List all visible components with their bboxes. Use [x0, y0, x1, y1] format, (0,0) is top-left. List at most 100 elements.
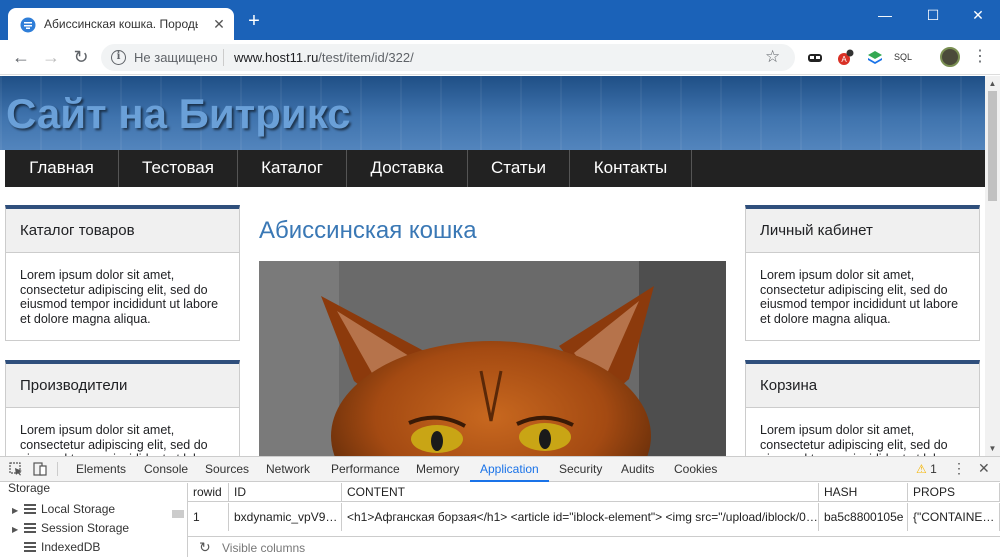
nav-item-contacts[interactable]: Контакты	[570, 150, 692, 187]
tab-application[interactable]: Application	[470, 457, 549, 482]
inspect-element-icon[interactable]	[9, 462, 23, 476]
device-toolbar-icon[interactable]	[33, 461, 47, 477]
extension-sql-icon[interactable]: SQL	[894, 52, 918, 70]
site-header: Сайт на Битрикс	[0, 76, 985, 150]
column-header-id[interactable]: ID	[229, 483, 342, 502]
database-icon	[24, 542, 36, 552]
article-title: Абиссинская кошка	[259, 217, 477, 244]
column-header-content[interactable]: CONTENT	[342, 483, 819, 502]
scroll-down-arrow-icon[interactable]: ▼	[985, 441, 1000, 456]
profile-avatar[interactable]	[940, 47, 960, 67]
table-cell-props[interactable]: {"CONTAINER_...	[908, 503, 1000, 531]
browser-toolbar: ← → ↻ i Не защищено www.host11.ru/test/i…	[0, 40, 1000, 75]
sidebar-item-local-storage[interactable]: ▶ Local Storage	[12, 502, 115, 516]
page-scrollbar[interactable]: ▲ ▼	[985, 76, 1000, 456]
catalog-block-heading: Каталог товаров	[6, 209, 239, 253]
site-title[interactable]: Сайт на Битрикс	[6, 90, 351, 138]
cat-photo	[259, 261, 726, 456]
cart-block-text: Lorem ipsum dolor sit amet, consectetur …	[760, 423, 958, 456]
producers-block: Производители Lorem ipsum dolor sit amet…	[5, 360, 240, 456]
visible-columns-filter[interactable]: Visible columns	[222, 541, 305, 555]
tab-title: Абиссинская кошка. Породы кошек	[44, 17, 198, 31]
sidebar-item-label: Session Storage	[41, 521, 130, 535]
browser-menu-icon[interactable]: ⋮	[972, 47, 988, 67]
not-secure-label: Не защищено	[134, 50, 218, 65]
tab-sources[interactable]: Sources	[205, 457, 249, 482]
sidebar-scroll-thumb[interactable]	[172, 510, 184, 518]
tab-elements[interactable]: Elements	[76, 457, 126, 482]
catalog-block: Каталог товаров Lorem ipsum dolor sit am…	[5, 205, 240, 341]
devtools-tabbar: Elements Console Sources Network Perform…	[0, 457, 1000, 482]
column-header-rowid[interactable]: rowid	[188, 483, 229, 502]
cat-photo-illustration	[259, 261, 726, 456]
warning-icon: ⚠	[916, 462, 927, 476]
table-cell-rowid[interactable]: 1	[188, 503, 229, 531]
tab-cookies[interactable]: Cookies	[674, 457, 717, 482]
forward-button[interactable]: →	[40, 46, 62, 68]
page-viewport: Сайт на Битрикс Главная Тестовая Каталог…	[0, 76, 985, 456]
tab-performance[interactable]: Performance	[331, 457, 400, 482]
extension-adblock-icon[interactable]: A	[836, 49, 854, 67]
back-button[interactable]: ←	[10, 46, 32, 68]
nav-item-articles[interactable]: Статьи	[468, 150, 570, 187]
bookmark-star-icon[interactable]: ☆	[765, 47, 780, 67]
nav-item-test[interactable]: Тестовая	[119, 150, 238, 187]
url-path: /test/item/id/322/	[318, 50, 414, 65]
svg-text:A: A	[841, 55, 847, 64]
tab-network[interactable]: Network	[266, 457, 310, 482]
storage-grid-icon	[24, 504, 36, 514]
address-bar[interactable]: i Не защищено www.host11.ru/test/item/id…	[101, 44, 795, 71]
producers-block-text: Lorem ipsum dolor sit amet, consectetur …	[20, 423, 218, 456]
tab-close-icon[interactable]: ✕	[211, 16, 227, 32]
table-cell-id[interactable]: bxdynamic_vpV9RD	[229, 503, 342, 531]
window-minimize-button[interactable]: ―	[862, 0, 908, 30]
tab-memory[interactable]: Memory	[416, 457, 459, 482]
warnings-counter[interactable]: ⚠ 1	[916, 462, 937, 476]
scroll-thumb[interactable]	[988, 91, 997, 201]
expand-arrow-icon[interactable]: ▶	[12, 525, 24, 534]
devtools-panel: Elements Console Sources Network Perform…	[0, 456, 1000, 557]
refresh-icon[interactable]: ↻	[199, 539, 211, 556]
nav-item-delivery[interactable]: Доставка	[347, 150, 468, 187]
url-text[interactable]: www.host11.ru/test/item/id/322/	[234, 50, 414, 65]
site-favicon-icon	[20, 17, 36, 33]
cart-block: Корзина Lorem ipsum dolor sit amet, cons…	[745, 360, 980, 456]
window-maximize-button[interactable]: ☐	[910, 0, 956, 30]
sidebar-item-label: Local Storage	[41, 502, 116, 516]
nav-item-home[interactable]: Главная	[5, 150, 119, 187]
scroll-up-arrow-icon[interactable]: ▲	[985, 76, 1000, 91]
nav-item-catalog[interactable]: Каталог	[238, 150, 347, 187]
cabinet-block-text: Lorem ipsum dolor sit amet, consectetur …	[760, 268, 959, 326]
application-sidebar: Storage ▶ Local Storage ▶ Session Storage …	[0, 483, 188, 557]
info-icon[interactable]: i	[111, 50, 126, 65]
devtools-more-icon[interactable]: ⋮	[952, 460, 966, 477]
extension-layers-icon[interactable]	[866, 49, 884, 67]
storage-heading: Storage	[8, 483, 51, 495]
devtools-close-icon[interactable]: ✕	[978, 460, 990, 477]
table-footer: ↻ Visible columns	[188, 536, 1000, 557]
sidebar-item-indexeddb[interactable]: IndexedDB	[24, 540, 100, 554]
expand-arrow-icon[interactable]: ▶	[12, 506, 24, 515]
column-header-props[interactable]: PROPS	[908, 483, 1000, 502]
sidebar-item-session-storage[interactable]: ▶ Session Storage	[12, 521, 129, 535]
browser-tab[interactable]: Абиссинская кошка. Породы кошек ✕	[8, 8, 234, 40]
producers-block-heading: Производители	[6, 364, 239, 408]
column-header-hash[interactable]: HASH	[819, 483, 908, 502]
warning-count: 1	[930, 462, 937, 476]
tab-audits[interactable]: Audits	[621, 457, 654, 482]
cart-block-heading: Корзина	[746, 364, 979, 408]
table-cell-content[interactable]: <h1>Афганская борзая</h1> <article id="i…	[342, 503, 819, 531]
tab-console[interactable]: Console	[144, 457, 188, 482]
table-cell-hash[interactable]: ba5c8800105e	[819, 503, 908, 531]
new-tab-button[interactable]: +	[244, 11, 264, 32]
window-close-button[interactable]: ✕	[955, 0, 1000, 30]
url-host: www.host11.ru	[234, 50, 319, 65]
sidebar-item-label: IndexedDB	[41, 540, 101, 554]
storage-grid-icon	[24, 523, 36, 533]
extension-mask-icon[interactable]	[806, 49, 824, 67]
cabinet-block-heading: Личный кабинет	[746, 209, 979, 253]
tab-security[interactable]: Security	[559, 457, 602, 482]
site-nav: Главная Тестовая Каталог Доставка Статьи…	[5, 150, 985, 187]
reload-button[interactable]: ↻	[70, 46, 92, 68]
url-separator	[223, 49, 224, 66]
